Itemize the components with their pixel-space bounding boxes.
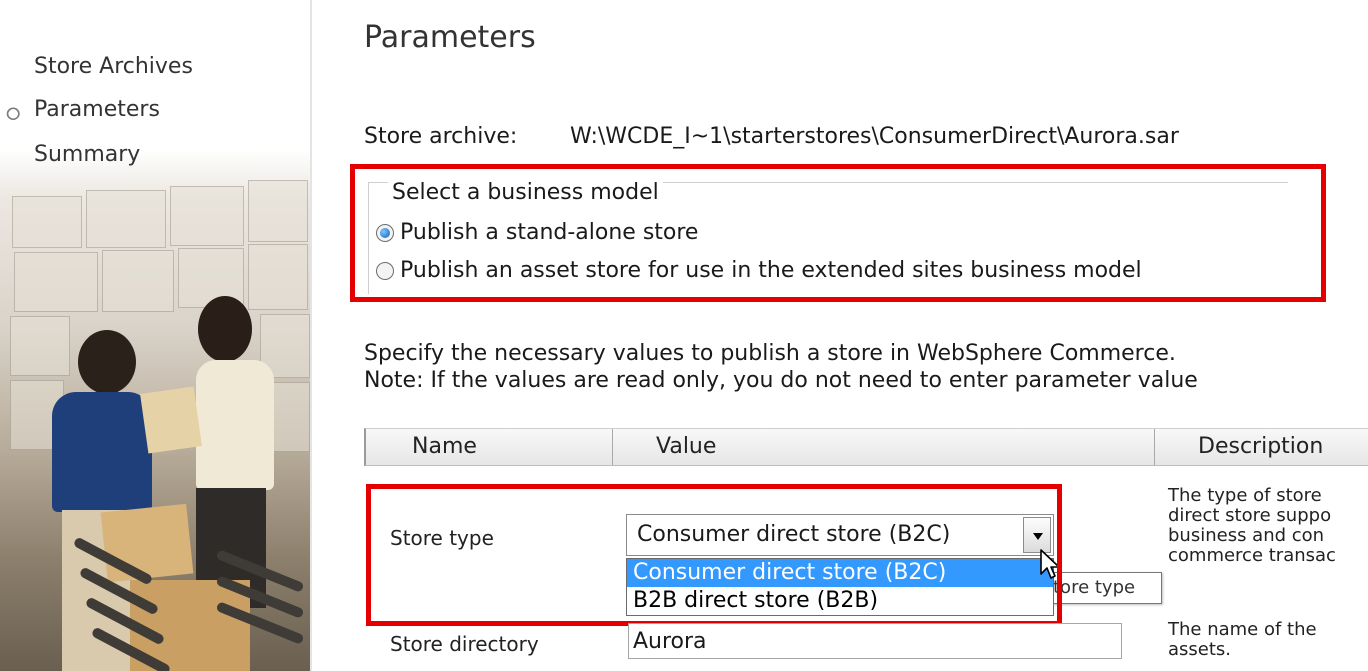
arrow-icon: ⭘ <box>6 104 21 125</box>
sidebar-item-label: Summary <box>34 142 141 167</box>
description-line: direct store suppo <box>1168 505 1332 526</box>
column-header-value: Value <box>656 434 717 459</box>
sidebar-item-label: Parameters <box>34 97 160 122</box>
column-header-name: Name <box>412 434 477 459</box>
sidebar-item-summary[interactable]: Summary <box>34 142 140 167</box>
tooltip: tore type <box>1048 572 1162 604</box>
sidebar-item-parameters[interactable]: Parameters <box>34 97 160 122</box>
instruction-line: Note: If the values are read only, you d… <box>364 368 1198 393</box>
description-line: business and con <box>1168 525 1325 546</box>
column-header-description: Description <box>1198 434 1324 459</box>
instruction-line: Specify the necessary values to publish … <box>364 341 1176 366</box>
store-archive-path: W:\WCDE_I~1\starterstores\ConsumerDirect… <box>570 124 1179 149</box>
sidebar-item-store-archives[interactable]: Store Archives <box>34 54 193 79</box>
store-type-description: The type of store direct store suppo bus… <box>1168 486 1336 566</box>
store-directory-value: Aurora <box>633 629 707 654</box>
description-line: commerce transac <box>1168 545 1336 566</box>
description-line: assets. <box>1168 639 1232 660</box>
store-archive-label: Store archive: <box>364 124 518 149</box>
description-line: The name of the <box>1168 619 1317 640</box>
instructions: Specify the necessary values to publish … <box>364 340 1198 394</box>
parameters-table-header: Name Value Description <box>364 428 1368 466</box>
sidebar: Store Archives ⭘ Parameters Summary <box>0 0 312 671</box>
store-directory-label: Store directory <box>390 632 539 656</box>
store-directory-input[interactable]: Aurora <box>628 623 1122 659</box>
page-title: Parameters <box>364 20 536 55</box>
column-divider <box>612 429 613 465</box>
highlight-frame-store-type <box>366 484 1062 626</box>
sidebar-item-label: Store Archives <box>34 54 193 79</box>
column-divider <box>1154 429 1155 465</box>
highlight-frame-business-model <box>350 164 1326 302</box>
description-line: The type of store <box>1168 485 1322 506</box>
store-directory-description: The name of the assets. <box>1168 620 1317 660</box>
main-content: Parameters Store archive: W:\WCDE_I~1\st… <box>312 0 1368 671</box>
